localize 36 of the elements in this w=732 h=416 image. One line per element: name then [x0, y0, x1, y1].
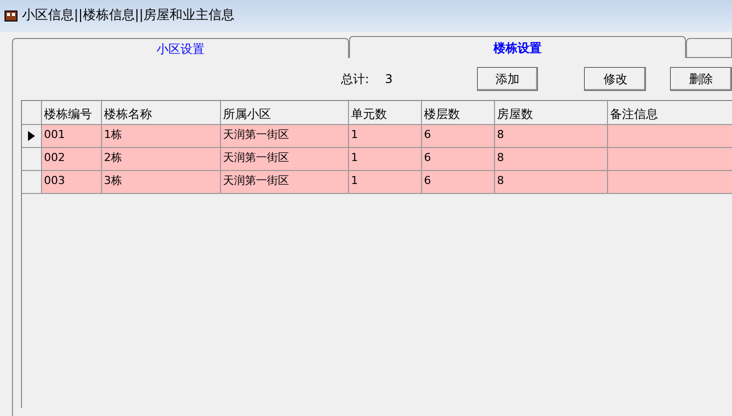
column-header[interactable]: 房屋数 [495, 101, 608, 124]
total-value: 3 [385, 71, 393, 88]
table-cell: 3栋 [102, 171, 221, 193]
table-cell: 8 [495, 125, 608, 147]
tab[interactable]: 楼栋设置 [349, 36, 686, 58]
toolbar-button[interactable]: 添加 [476, 67, 538, 91]
column-header[interactable]: 单元数 [349, 101, 422, 124]
table-cell: 6 [422, 125, 495, 147]
column-header[interactable]: 楼层数 [422, 101, 495, 124]
total-label: 总计: [341, 71, 370, 88]
table-cell: 1栋 [102, 125, 221, 147]
current-row-icon [28, 131, 35, 141]
tab[interactable]: 小区设置 [12, 38, 349, 58]
window-title: 小区信息||楼栋信息||房屋和业主信息 [22, 7, 235, 26]
toolbar-button[interactable]: 删除 [670, 67, 732, 91]
table-cell: 003 [42, 171, 102, 193]
table-cell: 8 [495, 148, 608, 170]
table-cell: 1 [349, 171, 422, 193]
table-cell: 6 [422, 148, 495, 170]
column-header[interactable]: 所属小区 [221, 101, 349, 124]
tab[interactable] [686, 38, 732, 58]
table-cell: 2栋 [102, 148, 221, 170]
toolbar-button[interactable]: 修改 [584, 67, 646, 91]
table-cell: 1 [349, 148, 422, 170]
table-cell: 6 [422, 171, 495, 193]
app-icon [4, 9, 18, 23]
table-cell: 天润第一街区 [221, 125, 349, 147]
column-header[interactable]: 备注信息 [608, 101, 732, 124]
table-cell: 天润第一街区 [221, 171, 349, 193]
table-cell: 1 [349, 125, 422, 147]
table-cell: 天润第一街区 [221, 148, 349, 170]
table-cell: 002 [42, 148, 102, 170]
column-header[interactable]: 楼栋名称 [102, 101, 221, 124]
table-cell: 001 [42, 125, 102, 147]
table-cell: 8 [495, 171, 608, 193]
column-header[interactable]: 楼栋编号 [42, 101, 102, 124]
